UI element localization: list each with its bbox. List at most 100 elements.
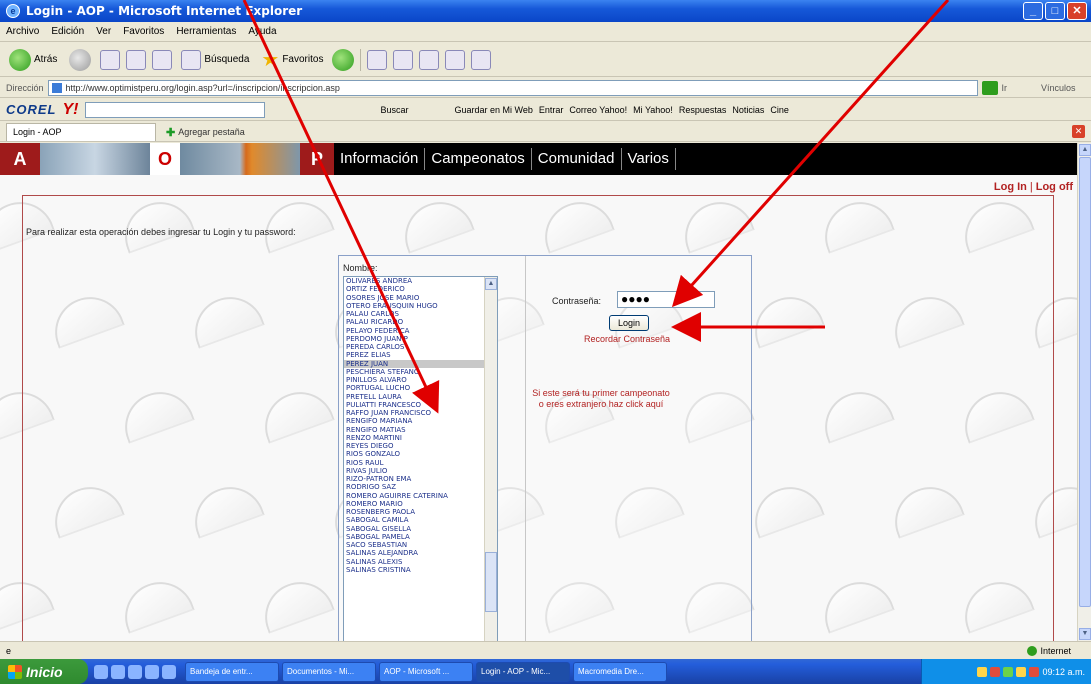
- page-scrollbar[interactable]: ▲ ▼: [1077, 143, 1091, 641]
- quicklaunch-icon-5[interactable]: [162, 664, 176, 679]
- name-option[interactable]: OTERO ERAUSQUIN HUGO: [344, 302, 497, 310]
- start-button[interactable]: Inicio: [0, 659, 88, 684]
- recover-password-link[interactable]: Recordar Contraseña: [584, 334, 670, 344]
- name-option[interactable]: PESCHIERA STEFANO: [344, 368, 497, 376]
- taskbar-button-documents[interactable]: Documentos - Mi...: [282, 661, 376, 682]
- name-option[interactable]: PALAU RICARDO: [344, 318, 497, 326]
- name-option[interactable]: RAFFO JUAN FRANCISCO: [344, 409, 497, 417]
- home-icon[interactable]: [152, 49, 173, 70]
- first-time-link[interactable]: Si este será tu primer campeonato o eres…: [531, 388, 671, 410]
- minimize-button[interactable]: _: [1023, 2, 1043, 20]
- menu-edicion[interactable]: Edición: [51, 26, 84, 37]
- name-option[interactable]: SABOGAL PAMELA: [344, 533, 497, 541]
- name-option[interactable]: RENZO MARTINI: [344, 434, 497, 442]
- taskbar-button-inbox[interactable]: Bandeja de entr...: [185, 661, 279, 682]
- name-option[interactable]: RENGIFO MARIANA: [344, 417, 497, 425]
- favorites-button[interactable]: ★ Favoritos: [258, 48, 326, 72]
- search-button[interactable]: Búsqueda: [178, 48, 252, 72]
- taskbar-button-login-aop[interactable]: Login - AOP - Mic...: [476, 661, 570, 682]
- maximize-button[interactable]: □: [1045, 2, 1065, 20]
- name-option[interactable]: PORTUGAL LUCHO: [344, 384, 497, 392]
- forward-button[interactable]: [66, 47, 94, 73]
- tab-login-aop[interactable]: Login - AOP: [6, 123, 156, 141]
- page-scroll-thumb[interactable]: [1079, 157, 1091, 607]
- name-option[interactable]: OSORES JOSE MARIO: [344, 294, 497, 302]
- name-option[interactable]: SABOGAL GISELLA: [344, 525, 497, 533]
- scroll-up-icon[interactable]: ▲: [485, 278, 497, 290]
- name-option[interactable]: PINILLOS ALVARO: [344, 376, 497, 384]
- name-list-scrollbar[interactable]: ▲: [484, 277, 497, 641]
- address-input[interactable]: http://www.optimistperu.org/login.asp?ur…: [47, 79, 978, 96]
- go-icon[interactable]: [981, 80, 998, 95]
- nav-varios[interactable]: Varios: [622, 148, 676, 170]
- name-option[interactable]: RIOS GONZALO: [344, 450, 497, 458]
- name-option[interactable]: PEREZ JUAN: [344, 359, 497, 368]
- name-option[interactable]: REYES DIEGO: [344, 442, 497, 450]
- yahoo-save-button[interactable]: Guardar en Mi Web: [455, 105, 533, 115]
- name-option[interactable]: RIZO-PATRON EMA: [344, 475, 497, 483]
- quicklaunch-icon-2[interactable]: [111, 664, 125, 679]
- yahoo-answers-button[interactable]: Respuestas: [679, 105, 727, 115]
- folder-icon[interactable]: [445, 49, 466, 70]
- name-option[interactable]: PEREZ ELIAS: [344, 351, 497, 359]
- nav-informacion[interactable]: Información: [334, 148, 426, 170]
- new-tab-button[interactable]: ✚ Agregar pestaña: [160, 123, 251, 141]
- tab-close-icon[interactable]: ✕: [1072, 125, 1085, 138]
- name-option[interactable]: SABOGAL CAMILA: [344, 516, 497, 524]
- menu-herramientas[interactable]: Herramientas: [176, 26, 236, 37]
- logo-letter-p[interactable]: P: [300, 143, 334, 175]
- menu-ayuda[interactable]: Ayuda: [248, 26, 276, 37]
- tray-icon-2[interactable]: [990, 666, 1001, 677]
- yahoo-cine-button[interactable]: Cine: [770, 105, 789, 115]
- go-label[interactable]: Ir: [1002, 83, 1008, 93]
- quicklaunch-icon-4[interactable]: [145, 664, 159, 679]
- name-option[interactable]: PELAYO FEDERICA: [344, 327, 497, 335]
- print-icon[interactable]: [393, 49, 414, 70]
- log-off-link[interactable]: Log off: [1036, 181, 1073, 193]
- taskbar-button-dreamweaver[interactable]: Macromedia Dre...: [573, 661, 667, 682]
- name-option[interactable]: SACO SEBASTIAN: [344, 541, 497, 549]
- logo-letter-a[interactable]: A: [0, 143, 40, 175]
- quicklaunch-icon-3[interactable]: [128, 664, 142, 679]
- name-option[interactable]: SALINAS CRISTINA: [344, 566, 497, 574]
- name-option[interactable]: PERDOMO JUAN P: [344, 335, 497, 343]
- name-option[interactable]: PALAU CARLOS: [344, 310, 497, 318]
- yahoo-news-button[interactable]: Noticias: [732, 105, 764, 115]
- nav-comunidad[interactable]: Comunidad: [532, 148, 622, 170]
- name-option[interactable]: RENGIFO MATIAS: [344, 426, 497, 434]
- log-in-link[interactable]: Log In: [994, 181, 1027, 193]
- name-option[interactable]: ROMERO MARIO: [344, 500, 497, 508]
- tray-icon-5[interactable]: [1029, 666, 1040, 677]
- name-option[interactable]: OLIVARES ANDREA: [344, 277, 497, 285]
- logo-letter-o[interactable]: O: [150, 143, 180, 175]
- quicklaunch-icon-1[interactable]: [94, 664, 108, 679]
- name-option[interactable]: ROMERO AGUIRRE CATERINA: [344, 492, 497, 500]
- name-option[interactable]: SALINAS ALEJANDRA: [344, 549, 497, 557]
- yahoo-enter-button[interactable]: Entrar: [539, 105, 564, 115]
- back-button[interactable]: Atrás: [6, 47, 60, 73]
- scroll-thumb[interactable]: [485, 552, 497, 612]
- my-yahoo-button[interactable]: Mi Yahoo!: [633, 105, 673, 115]
- name-option[interactable]: ROSENBERG PAOLA: [344, 508, 497, 516]
- name-listbox[interactable]: OLIVARES ANDREA ORTIZ FEDERICO OSORES JOSE…: [343, 276, 498, 641]
- name-option[interactable]: RODRIGO SAZ: [344, 483, 497, 491]
- close-button[interactable]: ✕: [1067, 2, 1087, 20]
- tray-icon-1[interactable]: [977, 666, 988, 677]
- menu-ver[interactable]: Ver: [96, 26, 111, 37]
- nav-campeonatos[interactable]: Campeonatos: [425, 148, 532, 170]
- taskbar-button-aop[interactable]: AOP - Microsoft ...: [379, 661, 473, 682]
- tray-icon-3[interactable]: [1003, 666, 1014, 677]
- login-button[interactable]: Login: [609, 315, 649, 331]
- menu-archivo[interactable]: Archivo: [6, 26, 39, 37]
- password-field[interactable]: ●●●●: [617, 291, 715, 308]
- mail-icon[interactable]: [367, 49, 388, 70]
- name-option[interactable]: SALINAS ALEXIS: [344, 558, 497, 566]
- links-label[interactable]: Vínculos: [1041, 83, 1076, 93]
- name-option[interactable]: PULIATTI FRANCESCO: [344, 401, 497, 409]
- messenger-icon[interactable]: [471, 49, 492, 70]
- name-option[interactable]: RIVAS JULIO: [344, 467, 497, 475]
- yahoo-search-button[interactable]: Buscar: [381, 105, 409, 115]
- scroll-down-arrow-icon[interactable]: ▼: [1079, 628, 1091, 640]
- yahoo-mail-button[interactable]: Correo Yahoo!: [569, 105, 627, 115]
- stop-icon[interactable]: [100, 49, 121, 70]
